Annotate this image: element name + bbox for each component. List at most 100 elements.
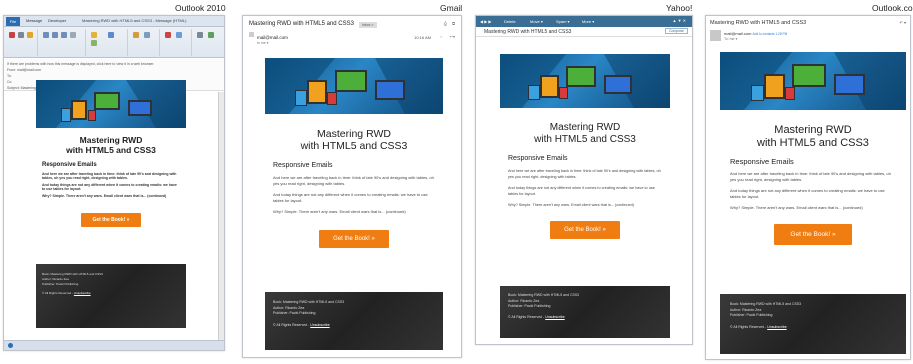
file-tab[interactable]: File [6,17,20,26]
ignore-icon[interactable] [9,32,15,38]
outlookcom-to[interactable]: To: me ▾ [724,37,737,41]
footer-publisher: Publisher: Packt Publishing [508,304,551,308]
unsubscribe-link[interactable]: Unsubscribe [74,291,91,295]
email-body: Mastering RWD with HTML5 and CSS3 Respon… [36,80,186,328]
back-icon[interactable]: ◀ ▶ ▶ [480,19,491,24]
label-gmail: Gmail [440,3,463,13]
outlook-2010-window: File Message Developer Mastering RWD wit… [3,15,225,351]
gmail-time: 10:16 AM [414,35,431,40]
yahoo-window: ◀ ▶ ▶ Delete Move ▾ Spam ▾ More ▾ ▲ ▼ ✕ … [475,15,693,345]
email-paragraph-3: Why? Simple. There aren't any wars. Emai… [273,209,406,215]
actions-icon[interactable]: ↶ ▾ [900,20,906,25]
unsubscribe-link[interactable]: Unsubscribe [310,323,329,327]
email-title: Mastering RWD with HTML5 and CSS3 [66,135,156,155]
outlook-ribbon: File Message Developer Mastering RWD wit… [4,16,224,58]
gmail-from: mail@mail.com [257,35,288,40]
label-outlook-com: Outlook.com [872,3,913,13]
hero-devices-illustration [500,54,670,108]
gmail-to[interactable]: to me ▾ [257,41,268,45]
hero-banner [720,52,906,110]
team-email-icon[interactable] [91,40,97,46]
footer-publisher: Publisher: Packt Publishing [273,311,316,315]
reply-all-icon[interactable] [52,32,58,38]
tab-message[interactable]: Message [26,18,42,23]
quick-step-icon[interactable] [91,32,97,38]
footer-rights: © All Rights Reserved - [42,291,74,295]
zoom-icon[interactable] [208,32,214,38]
email-paragraph-3: Why? Simple. There aren't any wars. Emai… [730,205,863,211]
forward-icon[interactable] [61,32,67,38]
reply-icon[interactable]: ↩▾ [450,34,455,39]
hero-banner [36,80,186,128]
email-title: Mastering RWD with HTML5 and CSS3 [300,128,408,153]
compose-button[interactable]: Compose [665,28,688,34]
footer-publisher: Publisher: Packt Publishing [42,282,79,286]
outlookcom-subject: Mastering RWD with HTML5 and CSS3 [710,20,807,26]
sender-avatar [249,32,254,37]
email-paragraph-1: And here we are after traveling back in … [273,175,434,187]
hero-devices-illustration [36,80,186,128]
star-icon[interactable]: ☆ [439,34,443,39]
hero-banner [265,58,443,114]
gmail-subject: Mastering RWD with HTML5 and CSS3 [249,21,354,27]
outlook-com-window: Mastering RWD with HTML5 and CSS3 ↶ ▾ ma… [705,15,911,360]
email-title: Mastering RWD with HTML5 and CSS3 [757,124,869,149]
delete-icon[interactable] [18,32,24,38]
footer-publisher: Publisher: Packt Publishing [730,313,773,317]
ribbon-group-respond [40,29,86,56]
outlook-tabs: File Message Developer Mastering RWD wit… [4,16,224,27]
hero-devices-illustration [265,58,443,114]
settings-icon[interactable]: ▲ ▼ ✕ [673,18,687,23]
email-body: Mastering RWD with HTML5 and CSS3 Respon… [265,58,443,350]
hero-banner [500,54,670,108]
get-book-button[interactable]: Get the Book! » [319,230,389,249]
people-pane-icon[interactable] [8,343,13,348]
email-paragraph-2: And today things are not any different w… [508,186,655,196]
get-book-button[interactable]: Get the Book! » [80,212,142,227]
find-icon[interactable] [197,32,203,38]
delete-button[interactable]: Delete [504,19,516,24]
print-icon[interactable]: ⎙ [444,21,447,26]
ribbon-group-delete [6,29,38,56]
to-label: To: [7,74,12,78]
footer-rights: © All Rights Reserved - [730,324,767,329]
meeting-icon[interactable] [70,32,76,38]
ribbon-group-tags [162,29,192,56]
email-subtitle: Responsive Emails [730,157,794,167]
ribbon-group-quick-steps [88,29,128,56]
email-paragraph-1: And here we are after traveling back in … [42,171,177,180]
rules-icon[interactable] [144,32,150,38]
to-manager-icon[interactable] [108,32,114,38]
move-icon[interactable] [133,32,139,38]
get-book-button[interactable]: Get the Book! » [774,224,852,246]
label-yahoo: Yahoo! [666,3,693,13]
label-outlook-2010: Outlook 2010 [175,3,226,13]
email-paragraph-1: And here we are after traveling back in … [508,169,661,179]
yahoo-toolbar: ◀ ▶ ▶ Delete Move ▾ Spam ▾ More ▾ ▲ ▼ ✕ [476,16,692,27]
reply-icon[interactable] [43,32,49,38]
tab-developer[interactable]: Developer [48,18,66,23]
email-body: Mastering RWD with HTML5 and CSS3 Respon… [500,54,670,338]
new-window-icon[interactable]: ⧉ [452,21,455,26]
more-button[interactable]: More ▾ [582,19,594,24]
yahoo-subject: Mastering RWD with HTML5 and CSS3 [484,29,572,35]
email-clients-comparison: Outlook 2010 Gmail Yahoo! Outlook.com Fi… [0,0,913,364]
junk-icon[interactable] [27,32,33,38]
footer-rights: © All Rights Reserved - [273,322,310,327]
email-paragraph-1: And here we are after traveling back in … [730,171,891,183]
scrollbar[interactable] [218,92,224,340]
flag-icon[interactable] [165,32,171,38]
email-footer: Book: Mastering RWD with HTML5 and CSS3 … [500,286,670,338]
hero-devices-illustration [720,52,906,110]
spam-button[interactable]: Spam ▾ [556,19,570,24]
inbox-badge[interactable]: Inbox × [359,22,377,28]
unsubscribe-link[interactable]: Unsubscribe [767,325,786,329]
email-paragraph-2: And today things are not any different w… [42,182,177,191]
move-button[interactable]: Move ▾ [530,19,543,24]
email-body: Mastering RWD with HTML5 and CSS3 Respon… [720,52,906,354]
email-footer: Book: Mastering RWD with HTML5 and CSS3 … [36,264,186,328]
unsubscribe-link[interactable]: Unsubscribe [545,315,564,319]
avatar [710,30,721,41]
categorize-icon[interactable] [176,32,182,38]
get-book-button[interactable]: Get the Book! » [550,221,620,239]
